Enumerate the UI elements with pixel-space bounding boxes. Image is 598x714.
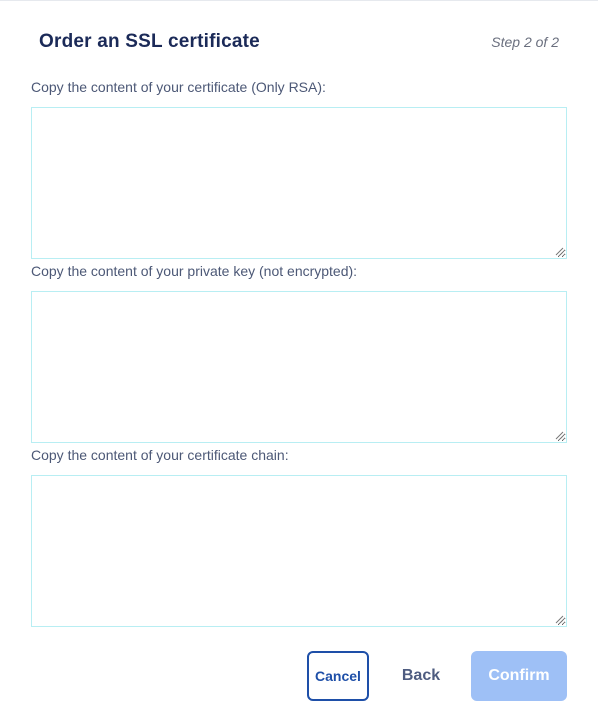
certificate-textarea[interactable]	[31, 107, 567, 259]
certificate-chain-textarea[interactable]	[31, 475, 567, 627]
dialog-title: Order an SSL certificate	[39, 31, 260, 52]
private-key-textarea[interactable]	[31, 291, 567, 443]
certificate-chain-field-label: Copy the content of your certificate cha…	[31, 447, 289, 463]
dialog-header: Order an SSL certificate Step 2 of 2	[39, 29, 559, 57]
confirm-button[interactable]: Confirm	[471, 651, 567, 701]
certificate-field-label: Copy the content of your certificate (On…	[31, 79, 326, 95]
private-key-field-label: Copy the content of your private key (no…	[31, 263, 358, 279]
back-button[interactable]: Back	[388, 651, 454, 701]
ssl-order-dialog: Order an SSL certificate Step 2 of 2 Cop…	[0, 0, 598, 714]
dialog-actions: Cancel Back Confirm	[0, 651, 598, 701]
step-indicator: Step 2 of 2	[491, 34, 559, 50]
cancel-button[interactable]: Cancel	[307, 651, 369, 701]
